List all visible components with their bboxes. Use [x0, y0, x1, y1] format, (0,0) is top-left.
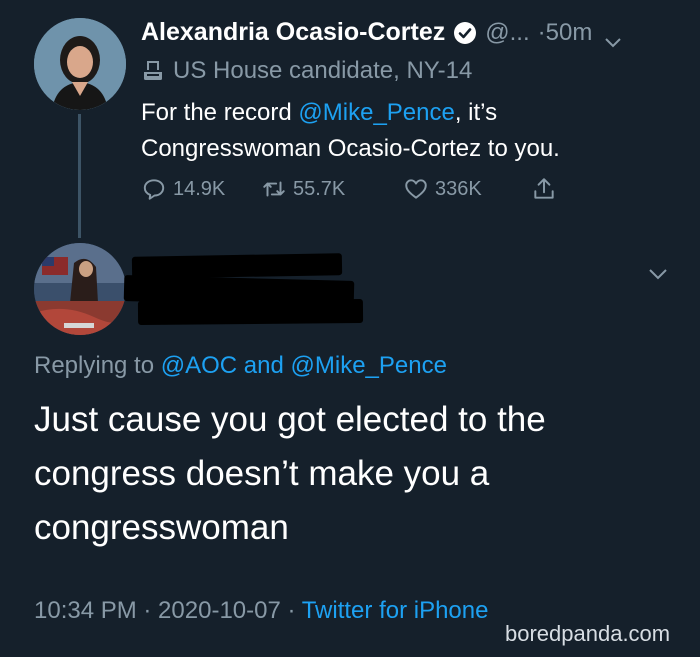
reply-tweet-text: Just cause you got elected to the congre…	[34, 400, 546, 547]
account-label-text: US House candidate, NY-14	[173, 57, 473, 84]
mention-link[interactable]: @Mike_Pence	[298, 99, 454, 126]
thread-line	[78, 114, 81, 238]
reply-count: 14.9K	[173, 177, 226, 200]
mention-link-pence[interactable]: @Mike_Pence	[291, 352, 447, 379]
account-label: US House candidate, NY-14	[141, 57, 472, 85]
like-button[interactable]: 336K	[403, 176, 531, 202]
chevron-down-icon[interactable]	[604, 27, 622, 47]
heart-icon	[405, 179, 427, 199]
mention-link-aoc[interactable]: @AOC	[161, 352, 237, 379]
tweet-actions: 14.9K 55.7K 336K	[141, 176, 563, 202]
tweet-metadata: 10:34 PM · 2020-10-07 · Twitter for iPho…	[34, 597, 488, 625]
tweet-text-part: For the record	[141, 99, 299, 126]
author-handle[interactable]: @...	[485, 19, 529, 47]
tweet-time[interactable]: ·50m	[538, 19, 593, 47]
reply-author-avatar[interactable]	[34, 243, 126, 335]
author-avatar[interactable]	[34, 18, 126, 110]
like-count: 336K	[435, 177, 482, 200]
reply-icon	[143, 179, 165, 200]
verified-badge-icon	[453, 21, 477, 45]
share-icon	[534, 178, 554, 199]
tweet-timestamp[interactable]: 10:34 PM · 2020-10-07 ·	[34, 597, 302, 624]
chevron-down-icon[interactable]	[648, 267, 668, 281]
tweet-text: For the record @Mike_Pence, it’s Congres…	[141, 95, 661, 167]
replying-and: and	[237, 352, 291, 379]
tweet-source-link[interactable]: Twitter for iPhone	[302, 597, 489, 624]
watermark: boredpanda.com	[505, 621, 671, 646]
retweet-icon	[263, 181, 285, 197]
redacted-name-bar	[131, 253, 343, 279]
author-row: Alexandria Ocasio-Cortez @... ·50m	[141, 18, 622, 47]
author-name[interactable]: Alexandria Ocasio-Cortez	[141, 18, 445, 47]
share-button[interactable]	[531, 176, 563, 202]
reply-button[interactable]: 14.9K	[141, 176, 261, 202]
redacted-handle-bar	[137, 299, 364, 325]
replying-to-label: Replying to	[34, 352, 161, 379]
retweet-button[interactable]: 55.7K	[261, 176, 403, 202]
replying-to: Replying to @AOC and @Mike_Pence	[34, 352, 447, 380]
retweet-count: 55.7K	[293, 177, 346, 200]
ballot-box-icon	[141, 59, 165, 83]
